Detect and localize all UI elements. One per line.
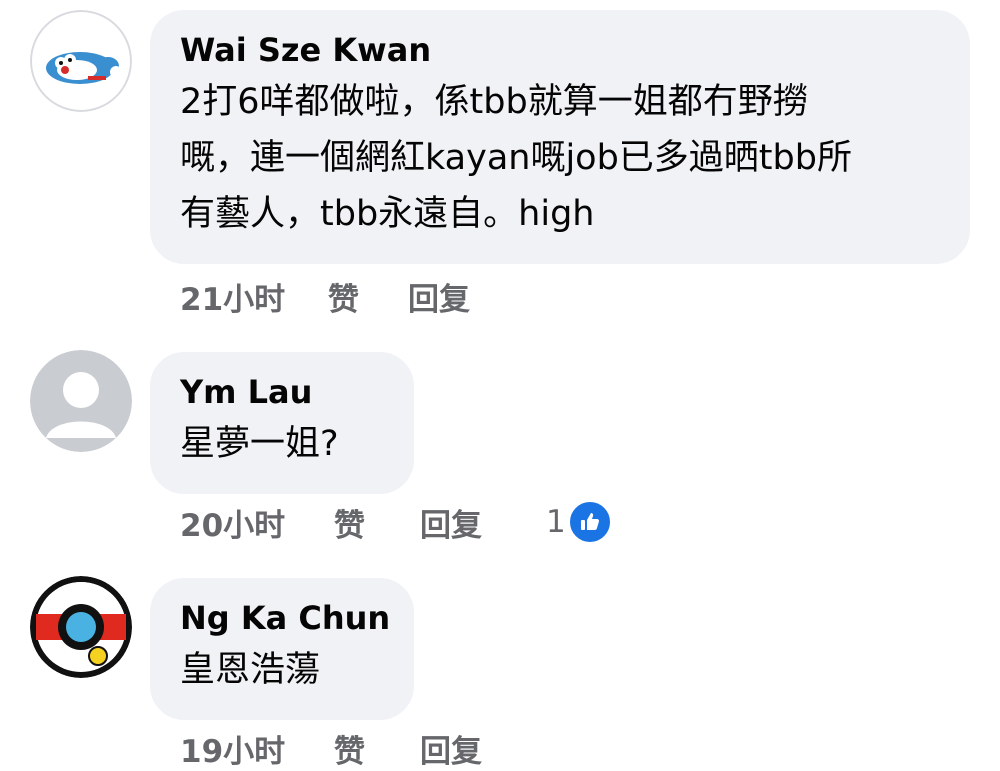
comment-text-line: 嘅，連一個網紅kayan嘅job已多過晒tbb所 — [180, 138, 852, 178]
reply-button[interactable]: 回复 — [420, 500, 546, 545]
avatar[interactable] — [30, 576, 132, 678]
avatar[interactable] — [30, 10, 132, 112]
comment-author[interactable]: Ym Lau — [180, 372, 384, 412]
red-emblem-avatar-icon — [30, 576, 132, 678]
comment-timestamp[interactable]: 21小时 — [180, 274, 328, 319]
comment-text: 2打6咩都做啦，係tbb就算一姐都冇野撈 嘅，連一個網紅kayan嘅job已多過… — [180, 74, 940, 242]
comment-text-line: 皇恩浩蕩 — [180, 650, 321, 690]
comment-bubble: Wai Sze Kwan 2打6咩都做啦，係tbb就算一姐都冇野撈 嘅，連一個網… — [150, 10, 970, 264]
reply-button[interactable]: 回复 — [408, 274, 534, 319]
reaction-summary[interactable]: 1 — [546, 500, 612, 544]
avatar[interactable] — [30, 350, 132, 452]
comment-actions: 20小时 赞 回复 1 — [180, 500, 612, 544]
comment-bubble: Ym Lau 星夢一姐? — [150, 352, 414, 494]
comment-author[interactable]: Ng Ka Chun — [180, 598, 390, 638]
comment-actions: 21小时 赞 回复 — [180, 274, 534, 318]
comment-timestamp[interactable]: 20小时 — [180, 500, 334, 545]
comment-text: 星夢一姐? — [180, 416, 384, 472]
comment-actions: 19小时 赞 回复 — [180, 726, 546, 770]
default-profile-icon — [30, 350, 132, 452]
doraemon-avatar-icon — [30, 10, 132, 112]
comment-author[interactable]: Wai Sze Kwan — [180, 30, 940, 70]
like-button[interactable]: 赞 — [334, 500, 420, 545]
reaction-count: 1 — [546, 504, 566, 540]
like-button[interactable]: 赞 — [328, 274, 408, 319]
comment-text-line: 2打6咩都做啦，係tbb就算一姐都冇野撈 — [180, 82, 808, 122]
comment-text-line: 星夢一姐? — [180, 424, 339, 464]
comment-timestamp[interactable]: 19小时 — [180, 726, 334, 771]
comment-text-line: 有藝人，tbb永遠自。high — [180, 194, 595, 234]
like-button[interactable]: 赞 — [334, 726, 420, 771]
reply-button[interactable]: 回复 — [420, 726, 546, 771]
comment-bubble: Ng Ka Chun 皇恩浩蕩 — [150, 578, 414, 720]
thumbs-up-icon — [567, 500, 612, 544]
comment-text: 皇恩浩蕩 — [180, 642, 384, 698]
